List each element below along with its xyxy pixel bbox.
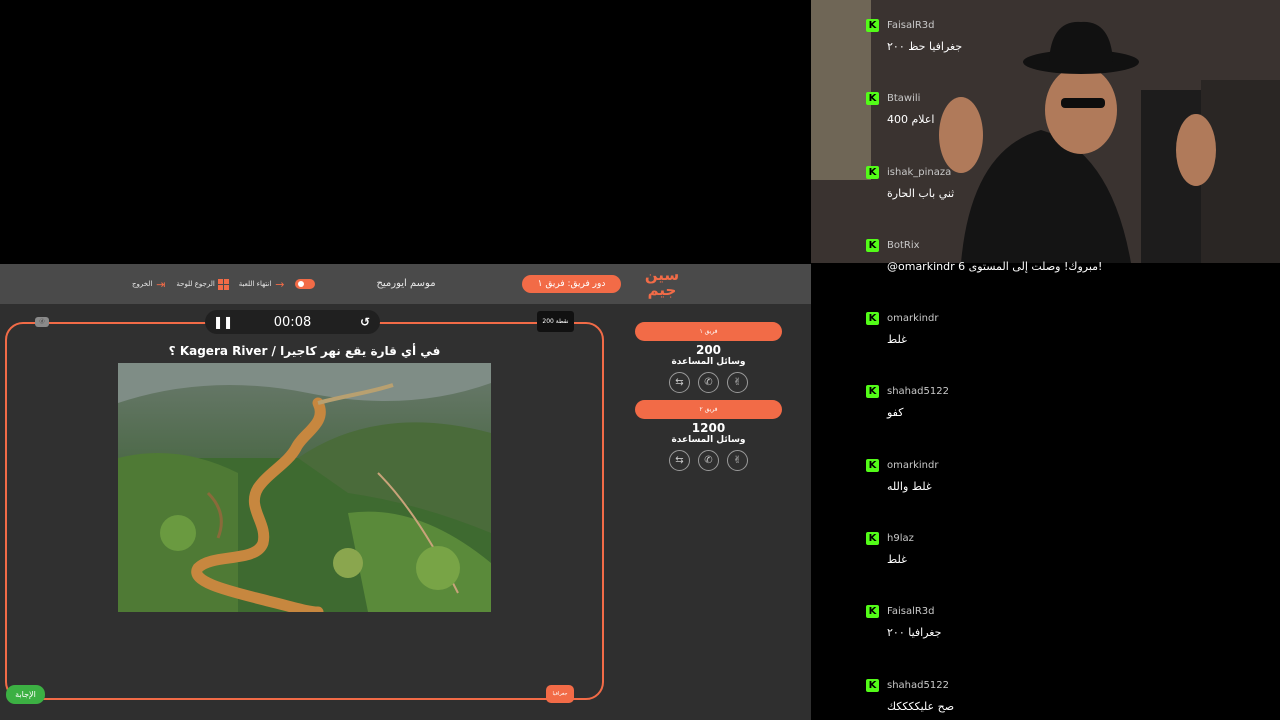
toggle-switch[interactable]: [295, 279, 316, 289]
season-title: موسم ايورميح: [376, 278, 436, 289]
chat-message: Kishak_pinaza ثني باب الحارة: [866, 165, 1266, 200]
team-score: 1200: [691, 421, 726, 435]
end-game-button[interactable]: انتهاء اللعبة →: [239, 279, 286, 290]
chat-text: جغرافيا ٢٠٠: [887, 626, 942, 639]
chat-username[interactable]: FaisalR3d: [887, 20, 935, 31]
chat-text: ثني باب الحارة: [887, 187, 955, 200]
team-panel-2: فريق ٢ 1200 وسائل المساعدة ⇆ ✆ ✌: [635, 400, 782, 471]
team-aids-label: وسائل المساعدة: [671, 435, 746, 445]
category-tag: جغرافيا: [546, 685, 574, 703]
question-text: في أي قارة يقع نهر كاجيرا / Kagera River…: [168, 344, 441, 358]
aids-row: ⇆ ✆ ✌: [635, 372, 782, 393]
chat-text: !مبروك! وصلت إلى المستوى 6 omarkindr@: [887, 260, 1103, 273]
phone-aid-icon[interactable]: ✆: [698, 372, 719, 393]
chat-username[interactable]: FaisalR3d: [887, 606, 935, 617]
chat-username[interactable]: omarkindr: [887, 460, 938, 471]
kick-badge-icon: K: [866, 311, 879, 325]
chat-message: Kh9laz غلط: [866, 531, 1266, 566]
chat-text: غلط والله: [887, 480, 932, 493]
kick-badge-icon: K: [866, 384, 879, 398]
swap-aid-icon[interactable]: ⇆: [669, 372, 690, 393]
chat-message: K FaisalR3d جغرافيا ٢٠٠: [866, 604, 1266, 639]
team-score: 200: [695, 343, 722, 357]
chat-text: جغرافيا حظ ٢٠٠: [887, 40, 963, 53]
exit-icon: ⇥: [156, 277, 166, 291]
chat-message: K BotRix !مبروك! وصلت إلى المستوى 6 omark…: [866, 238, 1266, 273]
timer-value: 00:08: [273, 314, 312, 330]
stream-layout: سين جيم دور فريق: فريق ١ موسم ايورميح ال…: [0, 0, 1280, 720]
kick-badge-icon: K: [866, 604, 879, 618]
turn-indicator: دور فريق: فريق ١: [522, 275, 621, 293]
game-screen: سين جيم دور فريق: فريق ١ موسم ايورميح ال…: [0, 264, 811, 720]
chat-message: K Btawili اعلام 400: [866, 91, 1266, 126]
exit-label: الخروج: [132, 280, 153, 288]
chat-username[interactable]: shahad5122: [887, 386, 949, 397]
chat-text: اعلام 400: [887, 113, 935, 126]
game-top-bar: سين جيم دور فريق: فريق ١ موسم ايورميح ال…: [0, 264, 811, 304]
hand-aid-icon[interactable]: ✌: [727, 372, 748, 393]
kick-badge-icon: K: [866, 91, 879, 105]
chat-username[interactable]: Btawili: [887, 93, 920, 104]
chat-username[interactable]: h9laz: [887, 533, 914, 544]
hand-aid-icon[interactable]: ✌: [727, 450, 748, 471]
chat-username[interactable]: shahad5122: [887, 680, 949, 691]
chat-username[interactable]: omarkindr: [887, 313, 938, 324]
team-name-pill: فريق ١: [635, 322, 782, 341]
points-tag: 200 نقطة: [537, 311, 574, 332]
team-panel-1: فريق ١ 200 وسائل المساعدة ⇆ ✆ ✌: [635, 322, 782, 393]
chat-message: K FaisalR3d جغرافيا حظ ٢٠٠: [866, 18, 1266, 53]
chat-message: Komarkindr غلط والله: [866, 458, 1266, 493]
chat-username[interactable]: BotRix: [887, 240, 920, 251]
chat-username[interactable]: ishak_pinaza: [887, 167, 951, 178]
back-to-board-button[interactable]: الرجوع للوحة: [176, 278, 229, 290]
arrow-right-icon: →: [275, 277, 285, 291]
team-name-pill: فريق ٢: [635, 400, 782, 419]
back-to-board-label: الرجوع للوحة: [176, 280, 215, 288]
kick-badge-icon: K: [866, 458, 879, 472]
kick-badge-icon: K: [866, 238, 879, 252]
kick-badge-icon: K: [866, 531, 879, 545]
chat-text: كفو: [887, 406, 904, 419]
question-image: [118, 363, 491, 612]
chat-text: صح عليككككك: [887, 700, 955, 713]
mini-tag: ⓓ: [35, 317, 49, 327]
chat-message: Kshahad5122 صح عليككككك: [866, 678, 1266, 713]
answer-button[interactable]: الإجابة: [6, 685, 45, 704]
timer: ❚❚ 00:08 ↺: [205, 310, 380, 334]
reset-icon[interactable]: ↺: [358, 315, 372, 329]
game-toolbar: الخروج ⇥ الرجوع للوحة انتهاء اللعبة →: [132, 276, 316, 292]
river-landscape: [118, 363, 491, 612]
team-aids-label: وسائل المساعدة: [671, 357, 746, 367]
chat-panel: K FaisalR3d جغرافيا حظ ٢٠٠ K Btawili اعلام…: [811, 0, 1280, 720]
phone-aid-icon[interactable]: ✆: [698, 450, 719, 471]
chat-text: غلط: [887, 553, 907, 566]
game-logo: سين جيم: [644, 266, 680, 299]
swap-aid-icon[interactable]: ⇆: [669, 450, 690, 471]
exit-button[interactable]: الخروج ⇥: [132, 279, 166, 290]
aids-row: ⇆ ✆ ✌: [635, 450, 782, 471]
grid-icon: [217, 278, 229, 290]
kick-badge-icon: K: [866, 18, 879, 32]
end-game-label: انتهاء اللعبة: [238, 280, 272, 288]
chat-message: Komarkindr غلط: [866, 311, 1266, 346]
chat-message: Kshahad5122 كفو: [866, 384, 1266, 419]
kick-badge-icon: K: [866, 678, 879, 692]
chat-text: غلط: [887, 333, 907, 346]
kick-badge-icon: K: [866, 165, 879, 179]
pause-icon[interactable]: ❚❚: [213, 315, 233, 329]
